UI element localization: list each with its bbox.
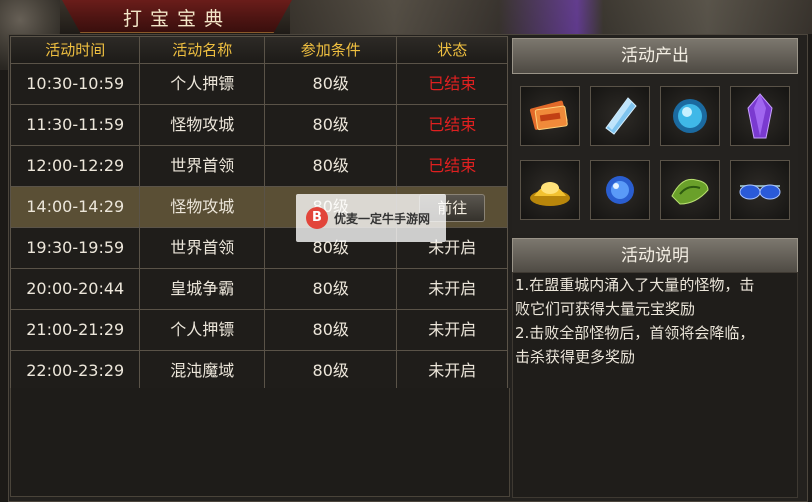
table-empty-area	[10, 388, 510, 497]
activity-time: 21:00-21:29	[11, 310, 141, 350]
table-header: 活动时间 活动名称 参加条件 状态	[10, 36, 508, 64]
table-row[interactable]: 12:00-12:29 世界首领 80级 已结束	[10, 146, 508, 187]
blue-sphere-icon[interactable]	[590, 160, 650, 220]
decorative-banner	[290, 0, 812, 34]
activity-name: 世界首领	[140, 146, 265, 186]
status-badge: 未开启	[428, 279, 477, 298]
activity-time: 19:30-19:59	[11, 228, 141, 268]
activity-name: 皇城争霸	[140, 269, 265, 309]
status-badge: 已结束	[428, 115, 477, 134]
table-row[interactable]: 11:30-11:59 怪物攻城 80级 已结束	[10, 105, 508, 146]
activity-requirement: 80级	[265, 269, 398, 309]
green-scroll-icon[interactable]	[660, 160, 720, 220]
rewards-header: 活动产出	[512, 38, 798, 74]
description-header: 活动说明	[512, 238, 798, 274]
gold-ingot-icon[interactable]	[520, 160, 580, 220]
blue-orb-icon[interactable]	[660, 86, 720, 146]
activity-time: 20:00-20:44	[11, 269, 141, 309]
table-row[interactable]: 22:00-23:29 混沌魔域 80级 未开启	[10, 351, 508, 392]
description-body: 1.在盟重城内涌入了大量的怪物，击 败它们可获得大量元宝奖励 2.击败全部怪物后…	[512, 272, 798, 498]
window-title: 打宝宝典	[122, 8, 231, 30]
activity-name: 怪物攻城	[140, 105, 265, 145]
status-badge: 未开启	[428, 320, 477, 339]
column-header-status: 状态	[437, 41, 468, 59]
rewards-grid	[512, 74, 798, 234]
column-header-name: 活动名称	[140, 37, 265, 63]
activity-time: 10:30-10:59	[11, 64, 141, 104]
activity-time: 14:00-14:29	[11, 187, 141, 227]
activity-requirement: 80级	[265, 310, 398, 350]
activity-time: 11:30-11:59	[11, 105, 141, 145]
table-row[interactable]: 10:30-10:59 个人押镖 80级 已结束	[10, 64, 508, 105]
activity-name: 个人押镖	[140, 310, 265, 350]
table-row[interactable]: 20:00-20:44 皇城争霸 80级 未开启	[10, 269, 508, 310]
watermark-logo-icon: B	[306, 207, 328, 229]
ticket-bundle-icon[interactable]	[520, 86, 580, 146]
activity-name: 混沌魔域	[140, 351, 265, 391]
activity-requirement: 80级	[265, 105, 398, 145]
activity-time: 22:00-23:29	[11, 351, 141, 391]
column-header-requirement: 参加条件	[265, 37, 398, 63]
status-badge: 未开启	[428, 361, 477, 380]
status-badge: 已结束	[428, 156, 477, 175]
watermark: B 优麦一定牛手游网	[296, 194, 446, 242]
activity-name: 怪物攻城	[140, 187, 265, 227]
description-line: 1.在盟重城内涌入了大量的怪物，击	[515, 276, 755, 294]
activity-requirement: 80级	[265, 351, 398, 391]
table-row[interactable]: 21:00-21:29 个人押镖 80级 未开启	[10, 310, 508, 351]
ice-crystal-icon[interactable]	[590, 86, 650, 146]
activity-name: 世界首领	[140, 228, 265, 268]
sunglasses-icon[interactable]	[730, 160, 790, 220]
description-line: 2.击败全部怪物后，首领将会降临，	[515, 324, 755, 342]
description-line: 败它们可获得大量元宝奖励	[515, 300, 696, 318]
status-badge: 已结束	[428, 74, 477, 93]
activity-requirement: 80级	[265, 146, 398, 186]
column-header-time: 活动时间	[11, 37, 141, 63]
watermark-text: 优麦一定牛手游网	[334, 211, 431, 226]
activity-name: 个人押镖	[140, 64, 265, 104]
activity-time: 12:00-12:29	[11, 146, 141, 186]
activity-requirement: 80级	[265, 64, 398, 104]
purple-crystal-icon[interactable]	[730, 86, 790, 146]
description-line: 击杀获得更多奖励	[515, 348, 636, 366]
